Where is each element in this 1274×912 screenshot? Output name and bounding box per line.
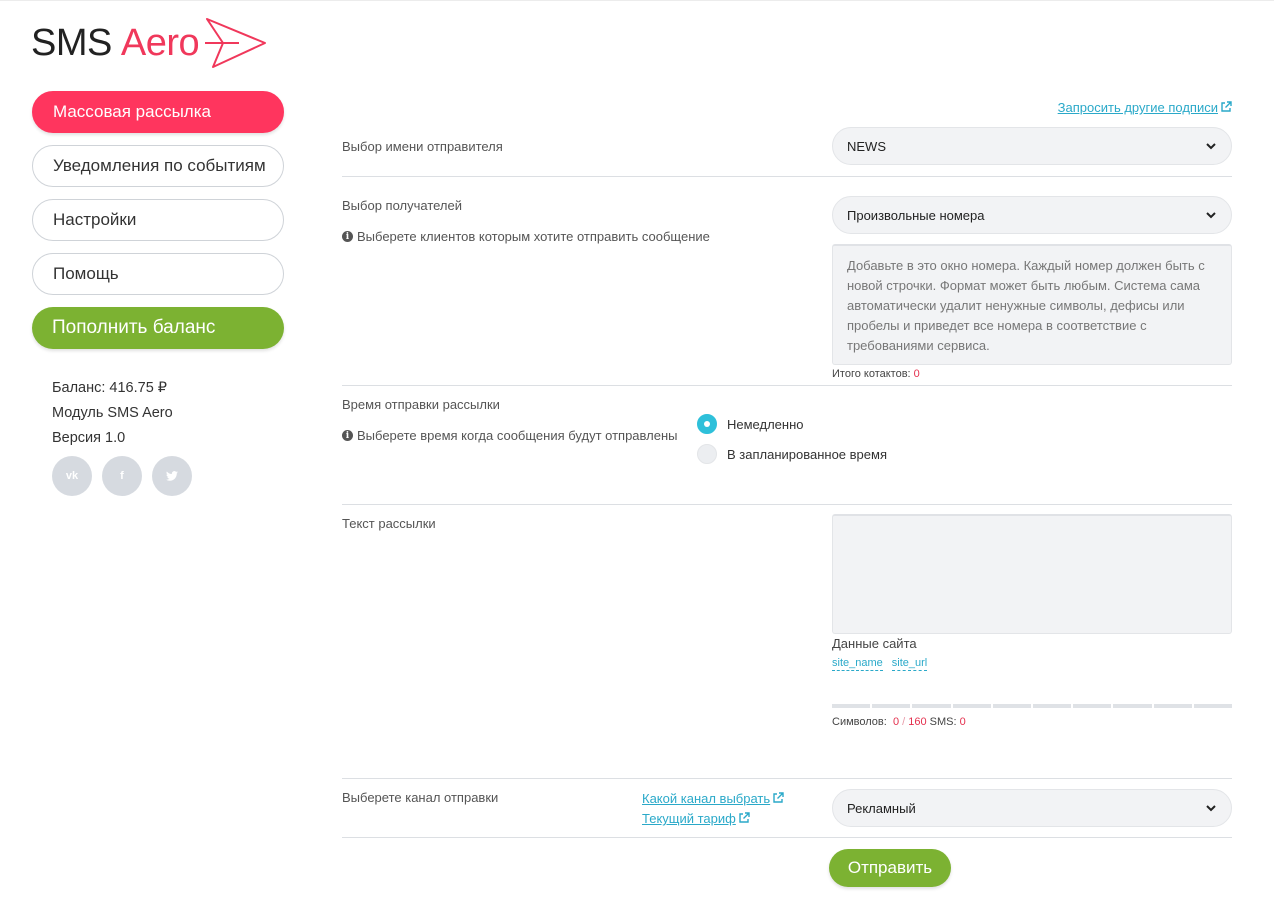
sender-label: Выбор имени отправителя — [342, 139, 503, 154]
request-signatures-label: Запросить другие подписи — [1057, 100, 1218, 115]
char-counter: Символов: 0 / 160 SMS: 0 — [832, 716, 966, 728]
divider — [342, 176, 1232, 177]
tag-site-name[interactable]: site_name — [832, 657, 883, 671]
module-text: Модуль SMS Aero — [52, 405, 173, 421]
recipients-label: Выбор получателей — [342, 198, 463, 213]
topup-balance-button[interactable]: Пополнить баланс — [32, 307, 284, 349]
radio-button[interactable] — [697, 444, 717, 464]
sidebar-item-label: Массовая рассылка — [53, 102, 211, 121]
sms-length-segment — [872, 704, 911, 708]
sms-length-segment — [992, 704, 1032, 708]
sms-length-segment — [952, 704, 991, 708]
tag-site-url[interactable]: site_url — [891, 657, 928, 671]
paper-plane-icon — [205, 18, 267, 68]
topup-balance-label: Пополнить баланс — [52, 317, 216, 338]
sidebar-item-label: Настройки — [53, 210, 137, 229]
chars-max: 160 — [908, 716, 927, 728]
phone-numbers-placeholder: Добавьте в это окно номера. Каждый номер… — [847, 258, 1205, 353]
sidebar-nav: Массовая рассылка Уведомления по события… — [32, 91, 284, 349]
sms-count-value: 0 — [959, 716, 966, 728]
sms-length-segment — [1193, 704, 1233, 708]
sender-value: NEWS — [847, 138, 886, 154]
phone-numbers-textarea[interactable]: Добавьте в это окно номера. Каждый номер… — [832, 244, 1232, 365]
radio-button-checked[interactable] — [697, 414, 717, 434]
account-info: Баланс: 416.75 ₽ Модуль SMS Aero Версия … — [52, 376, 173, 451]
sidebar-item-label: Уведомления по событиям — [53, 156, 266, 175]
channel-label: Выберете канал отправки — [342, 790, 499, 805]
recipients-hint: i Выберете клиентов которым хотите отпра… — [342, 229, 710, 244]
sidebar-item-mass-mailing[interactable]: Массовая рассылка — [32, 91, 284, 133]
divider — [342, 504, 1232, 505]
current-tariff-label: Текущий тариф — [642, 811, 736, 826]
twitter-icon[interactable] — [152, 456, 192, 496]
divider — [342, 778, 1232, 779]
recipients-hint-text: Выберете клиентов которым хотите отправи… — [357, 229, 710, 244]
send-button[interactable]: Отправить — [829, 849, 951, 887]
send-button-label: Отправить — [847, 858, 933, 877]
sms-length-segment — [1113, 704, 1152, 708]
chevron-down-icon — [1206, 212, 1216, 219]
twitter-bird-icon — [166, 471, 178, 481]
which-channel-label: Какой канал выбрать — [642, 791, 771, 806]
sidebar-item-label: Помощь — [53, 264, 119, 283]
divider — [342, 385, 1232, 386]
channel-value: Рекламный — [847, 800, 916, 816]
current-tariff-link[interactable]: Текущий тариф — [642, 811, 750, 826]
radio-send-scheduled[interactable]: В запланированное время — [697, 444, 887, 464]
sms-length-bar — [832, 704, 1233, 708]
message-textarea[interactable] — [832, 514, 1232, 634]
sender-select[interactable]: NEWS — [832, 127, 1232, 165]
external-link-icon — [1221, 101, 1232, 112]
sidebar-item-settings[interactable]: Настройки — [32, 199, 284, 241]
balance-text: Баланс: 416.75 ₽ — [52, 380, 168, 396]
version-text: Версия 1.0 — [52, 430, 126, 446]
sidebar-item-help[interactable]: Помощь — [32, 253, 284, 295]
recipients-value: Произвольные номера — [847, 207, 985, 223]
radio-send-now[interactable]: Немедленно — [697, 414, 804, 434]
send-time-label: Время отправки рассылки — [342, 397, 500, 412]
chars-value: 0 — [892, 716, 900, 728]
site-data-tags: site_name site_url — [832, 657, 928, 671]
sms-length-segment — [1073, 704, 1112, 708]
external-link-icon — [739, 812, 750, 823]
logo-text-sms: SMS — [31, 21, 112, 64]
chevron-down-icon — [1206, 143, 1216, 150]
which-channel-link[interactable]: Какой канал выбрать — [642, 791, 784, 806]
contacts-total-value: 0 — [913, 368, 920, 380]
logo-text-aero: Aero — [120, 21, 200, 64]
external-link-icon — [773, 792, 784, 803]
social-links: vk f — [52, 456, 192, 496]
request-signatures-link[interactable]: Запросить другие подписи — [1058, 100, 1232, 115]
sms-length-segment — [1033, 704, 1072, 708]
contacts-total: Итого котактов: 0 — [832, 368, 920, 380]
sms-label: SMS: — [929, 716, 957, 728]
send-time-hint: i Выберете время когда сообщения будут о… — [342, 428, 677, 443]
sms-length-segment — [1153, 704, 1192, 708]
radio-send-now-label: Немедленно — [727, 416, 804, 432]
recipients-select[interactable]: Произвольные номера — [832, 196, 1232, 234]
send-time-hint-text: Выберете время когда сообщения будут отп… — [357, 428, 678, 443]
contacts-total-label: Итого котактов: — [832, 368, 911, 380]
channel-select[interactable]: Рекламный — [832, 789, 1232, 827]
chevron-down-icon — [1206, 805, 1216, 812]
logo: SMS Aero — [31, 16, 271, 70]
divider — [342, 837, 1232, 838]
site-data-label: Данные сайта — [832, 636, 917, 651]
sidebar-item-event-notifications[interactable]: Уведомления по событиям — [32, 145, 284, 187]
message-text-label: Текст рассылки — [342, 516, 436, 531]
top-border — [0, 0, 1274, 1]
chars-separator: / — [902, 716, 906, 728]
sms-length-segment — [832, 704, 871, 708]
info-icon: i — [342, 231, 353, 242]
facebook-icon[interactable]: f — [102, 456, 142, 496]
sms-length-segment — [912, 704, 951, 708]
radio-send-scheduled-label: В запланированное время — [727, 446, 887, 462]
info-icon: i — [342, 430, 353, 441]
chars-label: Символов: — [832, 716, 887, 728]
vk-icon[interactable]: vk — [52, 456, 92, 496]
